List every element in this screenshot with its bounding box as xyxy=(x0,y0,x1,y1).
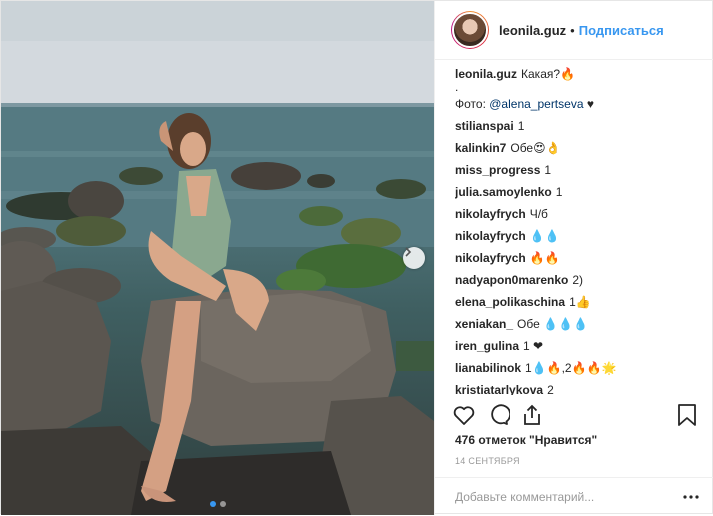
comment-username[interactable]: kristiatarlykova xyxy=(455,383,543,395)
bookmark-icon xyxy=(678,404,696,426)
header-separator: • xyxy=(570,22,575,38)
caption-emoji: 🔥 xyxy=(560,67,575,81)
header-username[interactable]: leonila.guz xyxy=(499,23,566,38)
more-options-button[interactable] xyxy=(682,495,700,499)
comment-username[interactable]: kalinkin7 xyxy=(455,141,506,155)
action-bar xyxy=(451,401,700,429)
follow-button[interactable]: Подписаться xyxy=(579,23,664,38)
heart-symbol: ♥ xyxy=(586,97,594,111)
comment-username[interactable]: elena_polikaschina xyxy=(455,295,565,309)
heart-icon xyxy=(453,406,475,425)
carousel-dots xyxy=(1,501,434,507)
caption-text: Какая? xyxy=(521,67,561,81)
photo-credit-mention[interactable]: @alena_pertseva xyxy=(489,97,583,111)
avatar-ring[interactable] xyxy=(451,11,489,49)
comment-username[interactable]: nikolayfrych xyxy=(455,229,526,243)
post-date[interactable]: 14 сентября xyxy=(455,456,520,466)
comment-icon xyxy=(491,404,510,425)
comments-list[interactable]: leonila.guz Какая?🔥 . Фото: @alena_pertse… xyxy=(455,67,700,395)
comment-text: 1💧🔥,2🔥🔥🌟 xyxy=(525,361,617,375)
comment-item: kristiatarlykova 2 xyxy=(455,383,700,395)
photo-credit-label: Фото: xyxy=(455,97,486,111)
comment-text: 💧💧 xyxy=(529,229,560,243)
comment-item: nikolayfrych 💧💧 xyxy=(455,229,700,243)
comment-item: elena_polikaschina 1👍 xyxy=(455,295,700,309)
comment-text: 1 ❤ xyxy=(523,339,544,353)
comment-button[interactable] xyxy=(485,402,511,428)
comment-text: 1 xyxy=(544,163,552,177)
post-photo[interactable] xyxy=(1,1,434,515)
comment-username[interactable]: julia.samoylenko xyxy=(455,185,552,199)
comment-username[interactable]: miss_progress xyxy=(455,163,540,177)
chevron-right-icon xyxy=(405,247,412,257)
comment-text: Обе😍👌 xyxy=(510,141,561,155)
like-button[interactable] xyxy=(451,402,477,428)
comment-username[interactable]: xeniakan_ xyxy=(455,317,513,331)
avatar[interactable] xyxy=(452,12,488,48)
more-icon xyxy=(683,495,699,499)
comment-item: xeniakan_ Обе 💧💧💧 xyxy=(455,317,700,331)
comment-text: 1 xyxy=(517,119,525,133)
comment-username[interactable]: iren_gulina xyxy=(455,339,519,353)
share-icon xyxy=(524,404,540,425)
next-photo-button[interactable] xyxy=(403,247,425,269)
comment-item: julia.samoylenko 1 xyxy=(455,185,700,199)
comment-item: nikolayfrych 🔥🔥 xyxy=(455,251,700,265)
photo-credit: Фото: @alena_pertseva ♥ xyxy=(455,97,700,111)
comment-username[interactable]: stilianspai xyxy=(455,119,514,133)
caption-username[interactable]: leonila.guz xyxy=(455,67,517,81)
photo-scene xyxy=(1,1,434,515)
comment-text: 1 xyxy=(555,185,563,199)
comment-username[interactable]: lianabilinok xyxy=(455,361,521,375)
comment-text: Обе 💧💧💧 xyxy=(517,317,588,331)
comment-item: nadyapon0marenko 2) xyxy=(455,273,700,287)
comment-username[interactable]: nikolayfrych xyxy=(455,251,526,265)
comment-item: nikolayfrych Ч/б xyxy=(455,207,700,221)
comment-item: iren_gulina 1 ❤ xyxy=(455,339,700,353)
carousel-dot-2[interactable] xyxy=(219,501,226,507)
share-button[interactable] xyxy=(519,402,545,428)
carousel-dot-1[interactable] xyxy=(209,501,216,507)
comment-username[interactable]: nikolayfrych xyxy=(455,207,526,221)
comment-item: lianabilinok 1💧🔥,2🔥🔥🌟 xyxy=(455,361,700,375)
caption-dot: . xyxy=(455,80,459,94)
comment-text: 1👍 xyxy=(569,295,591,309)
add-comment-bar xyxy=(435,477,713,516)
likes-count[interactable]: 476 отметок "Нравится" xyxy=(455,433,597,447)
caption: leonila.guz Какая?🔥 xyxy=(455,67,700,81)
comment-text: 2) xyxy=(572,273,584,287)
comment-username[interactable]: nadyapon0marenko xyxy=(455,273,568,287)
comment-item: stilianspai 1 xyxy=(455,119,700,133)
add-comment-input[interactable] xyxy=(455,490,682,504)
post-modal: leonila.guz • Подписаться leonila.guz Как… xyxy=(0,0,713,515)
comment-text: 2 xyxy=(547,383,554,395)
comment-text: Ч/б xyxy=(529,207,548,221)
save-button[interactable] xyxy=(674,402,700,428)
post-side-panel: leonila.guz • Подписаться leonila.guz Как… xyxy=(434,1,713,515)
post-header: leonila.guz • Подписаться xyxy=(435,1,713,60)
comment-item: miss_progress 1 xyxy=(455,163,700,177)
comment-item: kalinkin7 Обе😍👌 xyxy=(455,141,700,155)
comment-text: 🔥🔥 xyxy=(529,251,560,265)
